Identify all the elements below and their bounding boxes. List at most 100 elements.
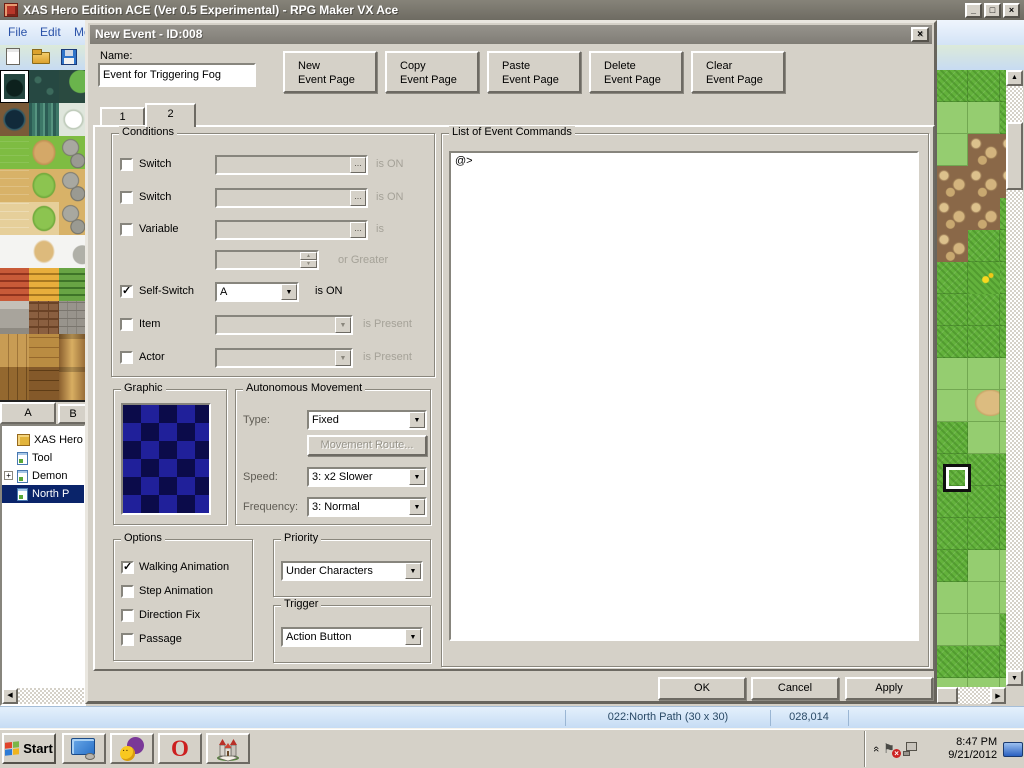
- movement-speed-combo[interactable]: 3: x2 Slower ▼: [307, 467, 427, 487]
- scroll-down-icon[interactable]: ▼: [1006, 670, 1023, 686]
- ok-button[interactable]: OK: [658, 677, 746, 700]
- tileset-tile-sand2_grass[interactable]: [29, 202, 58, 235]
- walking-animation-checkbox[interactable]: [121, 561, 134, 574]
- cancel-button[interactable]: Cancel: [751, 677, 839, 700]
- apply-button[interactable]: Apply: [845, 677, 933, 700]
- map-tile[interactable]: [968, 70, 1000, 102]
- priority-combo[interactable]: Under Characters ▼: [281, 561, 423, 581]
- map-vscrollbar[interactable]: ▲ ▼: [1006, 70, 1023, 686]
- delete-event-page-button[interactable]: Delete Event Page: [589, 51, 683, 93]
- map-tile[interactable]: [968, 422, 1000, 454]
- dialog-close-icon[interactable]: ×: [911, 27, 929, 42]
- self-switch-checkbox[interactable]: [120, 285, 133, 298]
- tileset-tile-rocks[interactable]: [59, 169, 88, 202]
- tree-item-demon[interactable]: + Demon: [2, 467, 84, 485]
- copy-event-page-button[interactable]: Copy Event Page: [385, 51, 479, 93]
- map-tile[interactable]: [968, 358, 1000, 390]
- opera-icon[interactable]: O: [158, 733, 202, 764]
- map-tile[interactable]: [968, 294, 1000, 326]
- yahoo-messenger-icon[interactable]: [110, 733, 154, 764]
- tileset-tile-leafy[interactable]: [59, 70, 88, 103]
- map-tile[interactable]: [936, 422, 968, 454]
- tileset-tile-wood_dark2[interactable]: [29, 367, 58, 400]
- chevron-down-icon[interactable]: ▼: [405, 629, 421, 645]
- map-tile[interactable]: [968, 166, 1000, 198]
- menu-edit[interactable]: Edit: [40, 25, 61, 39]
- hscroll-thumb[interactable]: [936, 687, 958, 704]
- map-tile[interactable]: [968, 102, 1000, 134]
- tileset-tile-wood[interactable]: [0, 334, 29, 367]
- tileset-tile-hole[interactable]: [0, 103, 29, 136]
- paste-event-page-button[interactable]: Paste Event Page: [487, 51, 581, 93]
- restore-icon[interactable]: □: [984, 3, 1001, 18]
- network-icon[interactable]: [903, 742, 919, 756]
- tileset-tile-grass[interactable]: [0, 136, 29, 169]
- tileset-tile-white_rock[interactable]: [59, 235, 88, 268]
- spin-up-icon[interactable]: ▲: [300, 252, 317, 260]
- tileset-tab-a[interactable]: A: [0, 402, 56, 424]
- tileset-tile-roof_red[interactable]: [0, 268, 29, 301]
- tree-hscrollbar[interactable]: ◀: [2, 688, 84, 704]
- tileset-tile-white[interactable]: [0, 235, 29, 268]
- map-tile[interactable]: [936, 614, 968, 646]
- new-project-icon[interactable]: [2, 46, 24, 68]
- event-page-tab-1[interactable]: 1: [100, 107, 145, 125]
- map-tile[interactable]: [936, 550, 968, 582]
- tileset-tile-lace[interactable]: [59, 103, 88, 136]
- switch1-browse-button[interactable]: ...: [350, 157, 366, 173]
- map-tile[interactable]: [936, 198, 968, 230]
- item-checkbox[interactable]: [120, 318, 133, 331]
- tileset-tile-wall_gray[interactable]: [0, 301, 29, 334]
- event-name-input[interactable]: [98, 63, 256, 87]
- map-tile[interactable]: [968, 134, 1000, 166]
- tileset-tile-sand_grass[interactable]: [29, 169, 58, 202]
- tree-item-tool[interactable]: Tool: [2, 449, 84, 467]
- map-tile[interactable]: [968, 390, 1000, 422]
- tileset-tile-wall_stone[interactable]: [59, 301, 88, 334]
- map-tile[interactable]: [936, 326, 968, 358]
- map-tile[interactable]: [936, 518, 968, 550]
- tileset-tile-cave_sel[interactable]: [0, 70, 29, 103]
- map-tile[interactable]: [936, 70, 968, 102]
- map-tile[interactable]: [968, 582, 1000, 614]
- map-tile[interactable]: [968, 550, 1000, 582]
- chevron-down-icon[interactable]: ▼: [409, 469, 425, 485]
- tileset-tile-falls[interactable]: [29, 103, 58, 136]
- trigger-combo[interactable]: Action Button ▼: [281, 627, 423, 647]
- variable-checkbox[interactable]: [120, 223, 133, 236]
- event-page-tab-2[interactable]: 2: [145, 103, 196, 127]
- map-tile[interactable]: [936, 102, 968, 134]
- tileset-tab-b[interactable]: B: [58, 404, 88, 424]
- switch2-browse-button[interactable]: ...: [350, 190, 366, 206]
- map-tile[interactable]: [968, 646, 1000, 678]
- expand-icon[interactable]: +: [4, 471, 13, 480]
- event-commands-list[interactable]: @>: [449, 151, 919, 641]
- show-desktop-icon[interactable]: [1003, 742, 1023, 757]
- spinner-arrows[interactable]: ▲▼: [300, 252, 317, 268]
- tileset-tile-rocks[interactable]: [59, 202, 88, 235]
- tileset-tile-pillar[interactable]: [59, 367, 88, 400]
- passage-checkbox[interactable]: [121, 633, 134, 646]
- tileset-tile-pillar[interactable]: [59, 334, 88, 367]
- map-tile[interactable]: [968, 454, 1000, 486]
- action-center-flag-icon[interactable]: ⚑×: [883, 741, 899, 757]
- scroll-right-icon[interactable]: ▶: [990, 687, 1006, 704]
- chevron-down-icon[interactable]: ▼: [409, 499, 425, 515]
- close-icon[interactable]: ×: [1003, 3, 1020, 18]
- open-project-icon[interactable]: [30, 46, 52, 68]
- command-line[interactable]: @>: [455, 155, 473, 167]
- map-tile[interactable]: [936, 646, 968, 678]
- tileset-tile-cave[interactable]: [29, 70, 58, 103]
- rpg-maker-icon[interactable]: [206, 733, 250, 764]
- map-tile[interactable]: [936, 294, 968, 326]
- tray-chevron-icon[interactable]: «: [870, 746, 882, 752]
- new-event-page-button[interactable]: New Event Page: [283, 51, 377, 93]
- map-tile[interactable]: [968, 614, 1000, 646]
- map-tile[interactable]: [936, 358, 968, 390]
- map-tile[interactable]: [968, 326, 1000, 358]
- map-tile[interactable]: [936, 134, 968, 166]
- tree-item-project[interactable]: XAS Hero: [2, 431, 84, 449]
- map-tile[interactable]: [968, 262, 1000, 294]
- map-tile[interactable]: [968, 486, 1000, 518]
- save-project-icon[interactable]: [58, 46, 80, 68]
